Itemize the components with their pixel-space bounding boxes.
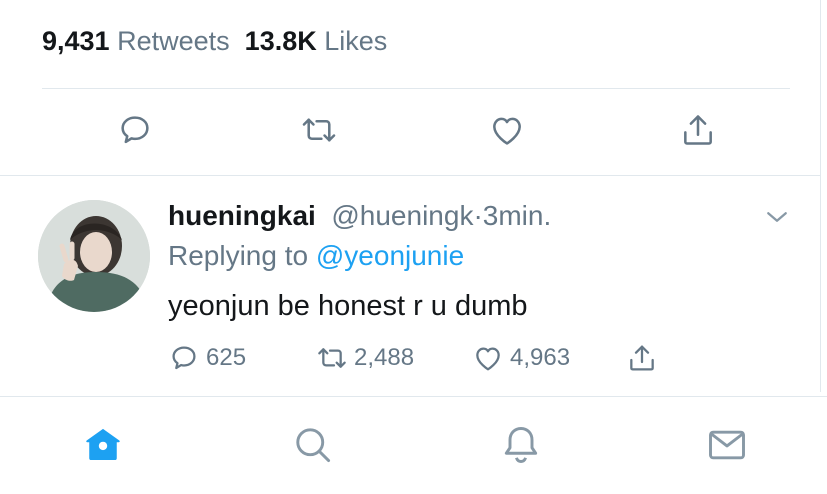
- action-divider: [0, 175, 820, 176]
- reply-tweet[interactable]: hueningkai @hueningk·3min. Replying to @…: [0, 178, 820, 392]
- like-count: 4,963: [510, 344, 571, 371]
- reply-header: hueningkai @hueningk·3min.: [168, 200, 551, 232]
- retweets-label[interactable]: Retweets: [117, 26, 230, 56]
- reply-like-button[interactable]: 4,963: [472, 342, 570, 374]
- user-display-name[interactable]: hueningkai: [168, 200, 316, 231]
- retweet-button[interactable]: [297, 108, 341, 152]
- share-icon: [630, 345, 654, 371]
- notifications-icon: [504, 427, 538, 463]
- avatar[interactable]: [38, 200, 150, 312]
- timeline-border: [820, 0, 821, 392]
- chevron-down-icon: [767, 212, 787, 222]
- retweet-count: 2,488: [354, 344, 415, 371]
- user-handle[interactable]: @hueningk: [331, 200, 473, 231]
- share-button[interactable]: [676, 108, 720, 152]
- home-icon: [86, 428, 120, 461]
- tabbar-divider: [0, 396, 827, 397]
- reply-count: 625: [206, 344, 247, 371]
- reply-text: yeonjun be honest r u dumb: [168, 290, 528, 322]
- share-icon: [684, 115, 712, 145]
- tweet-stats: 9,431 Retweets 13.8K Likes: [42, 26, 387, 57]
- avatar-photo: [38, 200, 150, 312]
- retweets-count[interactable]: 9,431: [42, 26, 110, 56]
- retweet-icon: [302, 118, 336, 142]
- reply-icon: [172, 346, 196, 370]
- reply-share-button[interactable]: [626, 342, 664, 374]
- tab-search[interactable]: [288, 420, 338, 470]
- timestamp[interactable]: 3min.: [483, 200, 551, 231]
- likes-count[interactable]: 13.8K: [245, 26, 317, 56]
- replying-to-user-link[interactable]: @yeonjunie: [316, 240, 464, 271]
- tab-messages[interactable]: [702, 420, 752, 470]
- search-icon: [296, 428, 331, 463]
- like-icon: [476, 347, 500, 371]
- tweet-action-bar: [0, 108, 827, 154]
- replying-to-label: Replying to: [168, 240, 309, 271]
- reply-button[interactable]: [113, 108, 157, 152]
- tweet-menu-button[interactable]: [762, 202, 792, 232]
- like-button[interactable]: [485, 108, 529, 152]
- reply-retweet-button[interactable]: 2,488: [316, 342, 414, 374]
- reply-icon: [121, 116, 149, 144]
- stats-divider: [42, 88, 790, 89]
- retweet-icon: [318, 348, 346, 368]
- messages-icon: [709, 430, 745, 460]
- replying-to-line: Replying to @yeonjunie: [168, 240, 464, 272]
- bottom-tab-bar: [0, 398, 827, 494]
- tab-notifications[interactable]: [496, 420, 546, 470]
- separator-dot: ·: [473, 200, 483, 231]
- like-icon: [493, 117, 521, 145]
- likes-label[interactable]: Likes: [324, 26, 387, 56]
- reply-reply-button[interactable]: 625: [168, 342, 246, 374]
- tab-home[interactable]: [78, 420, 128, 470]
